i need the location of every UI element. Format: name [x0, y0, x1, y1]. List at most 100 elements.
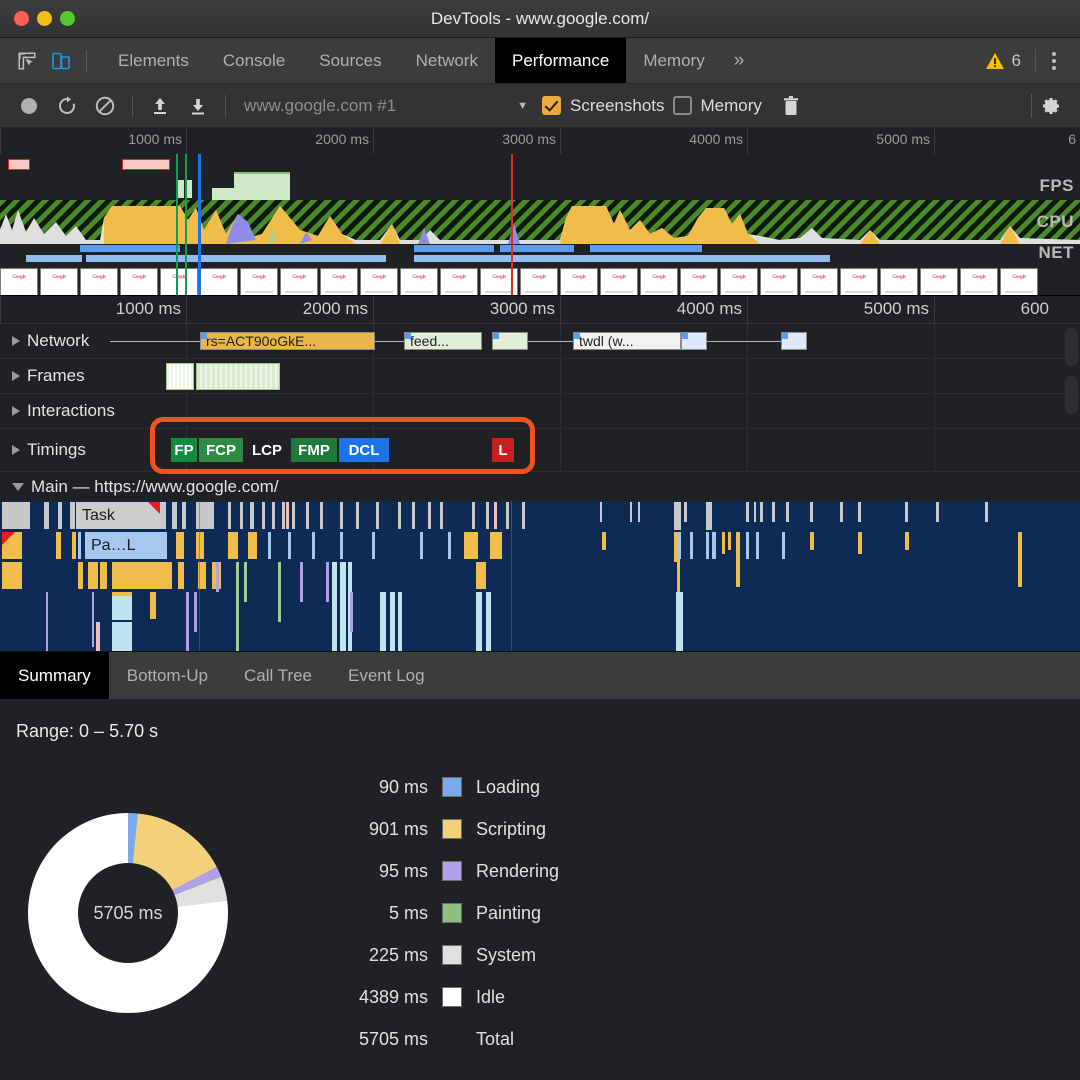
- legend-row[interactable]: 901 ms Scripting: [310, 808, 559, 850]
- timing-marker-lcp[interactable]: LCP: [245, 438, 289, 462]
- track-header-timings[interactable]: Timings: [0, 429, 86, 471]
- track-interactions[interactable]: Interactions: [0, 394, 1080, 429]
- tab-bottom-up[interactable]: Bottom-Up: [109, 652, 226, 699]
- filmstrip-frame[interactable]: Google: [320, 268, 358, 295]
- timing-marker-fmp[interactable]: FMP: [291, 438, 337, 462]
- filmstrip-frame[interactable]: Google: [120, 268, 158, 295]
- filmstrip-frame[interactable]: Google: [240, 268, 278, 295]
- save-profile-button[interactable]: [179, 89, 217, 123]
- legend-row[interactable]: 4389 ms Idle: [310, 976, 559, 1018]
- filmstrip-frame[interactable]: Google: [520, 268, 558, 295]
- devtools-window: DevTools - www.google.com/ Elements Cons…: [0, 0, 1080, 1080]
- filmstrip-frame[interactable]: Google: [80, 268, 118, 295]
- track-frames[interactable]: Frames: [0, 359, 1080, 394]
- flame-bar-label: Pa…L: [91, 536, 136, 554]
- legend-row[interactable]: 225 ms System: [310, 934, 559, 976]
- session-select[interactable]: www.google.com #1 ▼: [234, 96, 534, 116]
- filmstrip-frame[interactable]: Google: [0, 268, 38, 295]
- filmstrip-frame[interactable]: Google: [800, 268, 838, 295]
- session-label: www.google.com #1: [244, 95, 397, 115]
- flame-bar-parse[interactable]: Pa…L: [85, 532, 167, 559]
- clear-recording-button[interactable]: [86, 89, 124, 123]
- tab-memory[interactable]: Memory: [626, 38, 721, 83]
- record-button[interactable]: [10, 89, 48, 123]
- toggle-device-toolbar-icon[interactable]: [46, 46, 76, 76]
- filmstrip-frame[interactable]: Google: [40, 268, 78, 295]
- network-request-bar[interactable]: rs=ACT90oGkE...: [200, 332, 375, 350]
- flame-bar-warning-marker: [2, 532, 15, 545]
- summary-donut-chart[interactable]: 5705 ms: [28, 813, 228, 1013]
- load-profile-button[interactable]: [141, 89, 179, 123]
- gear-icon: [1043, 97, 1059, 114]
- inspect-element-icon[interactable]: [12, 46, 42, 76]
- tab-call-tree[interactable]: Call Tree: [226, 652, 330, 699]
- screenshots-checkbox[interactable]: Screenshots: [542, 96, 665, 116]
- filmstrip-frame[interactable]: Google: [440, 268, 478, 295]
- capture-settings-button[interactable]: [1032, 89, 1070, 123]
- tab-performance[interactable]: Performance: [494, 38, 627, 83]
- toolbar-divider: [86, 49, 87, 72]
- filmstrip-frame[interactable]: Google: [640, 268, 678, 295]
- filmstrip-frame[interactable]: Google: [200, 268, 238, 295]
- flame-chart-tracks[interactable]: 1000 ms 2000 ms 3000 ms 4000 ms 5000 ms …: [0, 296, 1080, 651]
- tab-console[interactable]: Console: [206, 38, 302, 83]
- tracks-scrollbar-thumb[interactable]: [1065, 376, 1078, 414]
- track-network[interactable]: rs=ACT90oGkE... feed... twdl (w... Netwo…: [0, 324, 1080, 359]
- warning-badge[interactable]: 6: [975, 51, 1031, 71]
- legend-swatch: [442, 903, 462, 923]
- filmstrip-frame[interactable]: Google: [600, 268, 638, 295]
- tab-elements[interactable]: Elements: [101, 38, 206, 83]
- filmstrip-frame[interactable]: Google: [160, 268, 198, 295]
- filmstrip-frame[interactable]: Google: [400, 268, 438, 295]
- tracks-scrollbar-thumb-top[interactable]: [1065, 328, 1078, 366]
- tab-summary[interactable]: Summary: [0, 652, 109, 699]
- collect-garbage-button[interactable]: [772, 89, 810, 123]
- filmstrip-frame[interactable]: Google: [720, 268, 758, 295]
- filmstrip-frame[interactable]: Google: [960, 268, 998, 295]
- filmstrip-frame[interactable]: Google: [360, 268, 398, 295]
- filmstrip-frame[interactable]: Google: [560, 268, 598, 295]
- track-header-network[interactable]: Network: [0, 324, 90, 358]
- tab-network[interactable]: Network: [399, 38, 495, 83]
- filmstrip-frame[interactable]: Google: [920, 268, 958, 295]
- memory-checkbox[interactable]: Memory: [672, 96, 762, 116]
- legend-row[interactable]: 90 ms Loading: [310, 766, 559, 808]
- network-request-bar[interactable]: twdl (w...: [573, 332, 681, 350]
- flame-bar-task[interactable]: Task: [76, 502, 160, 529]
- summary-legend: 90 ms Loading 901 ms Scripting 95 ms Renderin…: [310, 766, 559, 1060]
- track-timings[interactable]: FP FCP LCP FMP DCL L Timings: [0, 429, 1080, 472]
- filmstrip-frame[interactable]: Google: [840, 268, 878, 295]
- reload-and-record-button[interactable]: [48, 89, 86, 123]
- network-request-bar[interactable]: feed...: [404, 332, 482, 350]
- more-tabs-button[interactable]: »: [722, 38, 757, 83]
- filmstrip-frame[interactable]: Google: [680, 268, 718, 295]
- timing-marker-fcp[interactable]: FCP: [199, 438, 243, 462]
- track-header-main[interactable]: Main — https://www.google.com/: [0, 472, 1080, 501]
- main-flame-chart[interactable]: Task Pa…L: [0, 501, 1080, 651]
- overview-filmstrip[interactable]: Google Google Google Google Google Googl…: [0, 266, 1080, 295]
- legend-row[interactable]: 5705 ms Total: [310, 1018, 559, 1060]
- legend-row[interactable]: 5 ms Painting: [310, 892, 559, 934]
- overview-tick-label: 2000 ms: [315, 131, 369, 147]
- network-request-bar[interactable]: [492, 332, 528, 350]
- network-request-bar[interactable]: [681, 332, 707, 350]
- timing-marker-load[interactable]: L: [492, 438, 514, 462]
- tab-sources[interactable]: Sources: [302, 38, 398, 83]
- network-request-bar[interactable]: [781, 332, 807, 350]
- filmstrip-frame[interactable]: Google: [280, 268, 318, 295]
- track-header-frames[interactable]: Frames: [0, 359, 85, 393]
- legend-row[interactable]: 95 ms Rendering: [310, 850, 559, 892]
- overview-fps-label: FPS: [1039, 176, 1074, 195]
- overview-net-lane: NET: [0, 243, 1080, 266]
- filmstrip-frame[interactable]: Google: [880, 268, 918, 295]
- timing-marker-dcl[interactable]: DCL: [339, 438, 389, 462]
- tab-event-log[interactable]: Event Log: [330, 652, 443, 699]
- filmstrip-frame[interactable]: Google: [760, 268, 798, 295]
- devtools-menu-button[interactable]: [1040, 51, 1070, 70]
- timeline-overview[interactable]: 1000 ms 2000 ms 3000 ms 4000 ms 5000 ms …: [0, 128, 1080, 296]
- legend-label: Scripting: [476, 818, 547, 839]
- track-header-interactions[interactable]: Interactions: [0, 394, 115, 428]
- filmstrip-frame[interactable]: Google: [1000, 268, 1038, 295]
- track-label-network: Network: [27, 331, 90, 350]
- timing-marker-fp[interactable]: FP: [171, 438, 197, 462]
